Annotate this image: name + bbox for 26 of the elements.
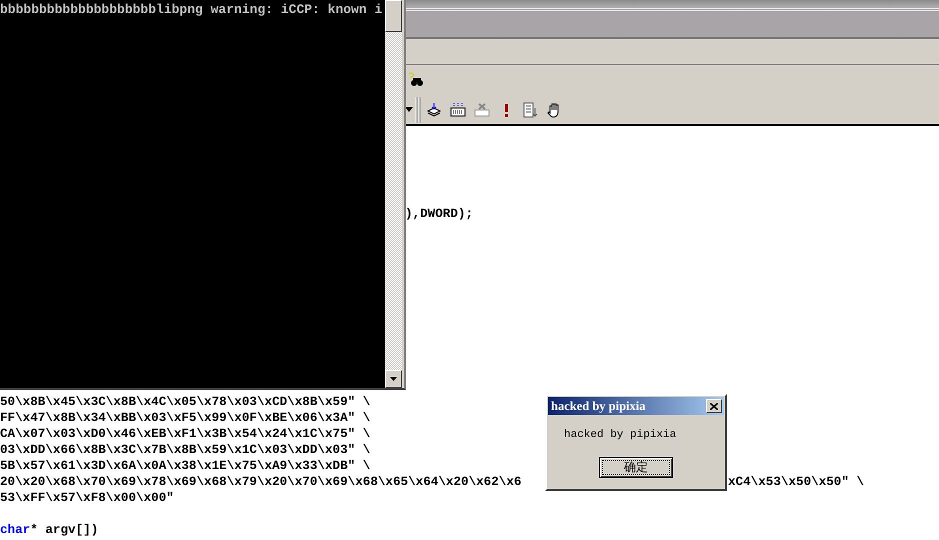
document-icon[interactable] (522, 102, 538, 118)
stack-icon[interactable] (426, 102, 442, 118)
console-text: bbbbbbbbbbbbbbbbbbbblibpng warning: iCCP: known i (0, 2, 384, 18)
binoculars-icon[interactable] (408, 72, 424, 88)
code-text: FF\x47\x8B\x34\xBB\x03\xF5\x99\x0F\xBE\x06\x3A" \ (0, 410, 370, 426)
code-text: ),DWORD); (405, 206, 474, 222)
dialog-message: hacked by pipixia (564, 429, 678, 441)
scrollbar[interactable] (385, 0, 402, 388)
code-text: * argv[]) (30, 522, 98, 538)
code-text: CA\x07\x03\xD0\x46\xEB\xF1\x3B\x54\x24\x1C\x75" \ (0, 426, 370, 442)
code-text: char (0, 522, 30, 538)
code-text: 50\x8B\x45\x3C\x8B\x4C\x05\x78\x03\xCD\x8B\x59" \ (0, 394, 370, 410)
dialog-title: hacked by pipixia (551, 398, 646, 414)
close-icon (710, 402, 718, 410)
code-text: xC4\x53\x50\x50" \ (728, 474, 864, 490)
code-text: 53\xFF\x57\xF8\x00\x00" (0, 490, 174, 506)
caret-icon (390, 377, 397, 381)
ok-button[interactable]: 确定 (599, 457, 673, 478)
code-text: 20\x20\x68\x70\x69\x78\x69\x68\x79\x20\x70\x69\x68\x65\x64\x20\x62\x6 (0, 474, 522, 490)
caret-icon[interactable] (405, 107, 413, 112)
toolbar-grip-icon (415, 96, 421, 122)
scroll-thumb[interactable] (385, 0, 402, 32)
close-button[interactable] (706, 399, 722, 413)
code-text: 03\xDD\x66\x8B\x3C\x7B\x8B\x59\x1C\x03\xDD\x03" \ (0, 442, 370, 458)
code-text: 5B\x57\x61\x3D\x6A\x0A\x38\x1E\x75\xA9\x33\xDB" \ (0, 458, 370, 474)
scroll-down-button[interactable] (385, 370, 402, 388)
